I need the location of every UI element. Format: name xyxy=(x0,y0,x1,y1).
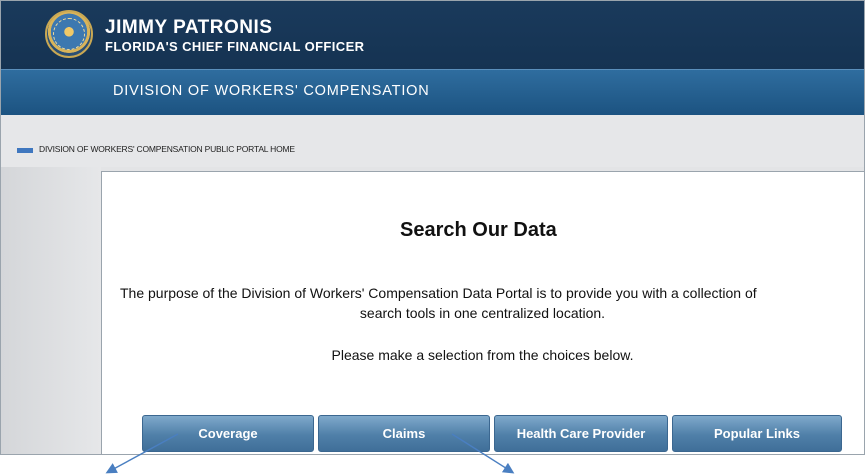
left-gutter xyxy=(1,167,101,454)
claims-button[interactable]: Claims xyxy=(318,415,490,452)
cfo-name: JIMMY PATRONIS xyxy=(105,17,273,38)
coverage-button[interactable]: Coverage xyxy=(142,415,314,452)
breadcrumb xyxy=(1,115,864,167)
florida-cfo-seal-icon[interactable] xyxy=(45,10,93,58)
cfo-title: FLORIDA'S CHIEF FINANCIAL OFFICER xyxy=(105,39,365,54)
page-title: Search Our Data xyxy=(400,219,557,241)
health-care-provider-button[interactable]: Health Care Provider xyxy=(494,415,668,452)
division-title: DIVISION OF WORKERS' COMPENSATION xyxy=(113,83,430,99)
purpose-text-line-2: search tools in one centralized location… xyxy=(359,305,606,321)
seal-ring xyxy=(53,18,85,50)
breadcrumb-home-link[interactable]: DIVISION OF WORKERS' COMPENSATION PUBLIC… xyxy=(39,144,295,154)
instruction-text: Please make a selection from the choices… xyxy=(331,347,634,363)
purpose-text-line-1: The purpose of the Division of Workers' … xyxy=(120,285,757,301)
breadcrumb-marker-icon xyxy=(17,148,33,153)
popular-links-button[interactable]: Popular Links xyxy=(672,415,842,452)
